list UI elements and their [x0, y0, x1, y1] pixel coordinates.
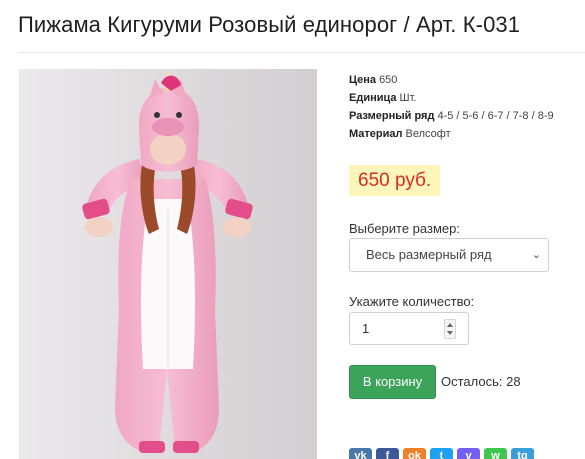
spec-row-unit: Единица Шт.	[349, 89, 554, 107]
stock-remaining: Осталось: 28	[441, 374, 521, 389]
size-select-value: Весь размерный ряд	[366, 247, 492, 262]
vk-icon[interactable]: vk	[349, 448, 372, 459]
price-tag: 650 руб.	[349, 165, 441, 196]
odnoklassniki-icon[interactable]: ok	[403, 448, 426, 459]
spec-key: Цена	[349, 74, 377, 86]
viber-icon[interactable]: v	[457, 448, 480, 459]
quantity-stepper[interactable]: 1	[349, 312, 469, 345]
product-specs: Цена 650 Единица Шт. Размерный ряд 4-5 / 5-…	[349, 71, 554, 143]
twitter-icon[interactable]: t	[430, 448, 453, 459]
spec-key: Материал	[349, 128, 403, 140]
title-divider	[18, 52, 585, 53]
add-to-cart-button[interactable]: В корзину	[349, 365, 436, 399]
size-label: Выберите размер:	[349, 221, 460, 236]
quantity-value: 1	[362, 321, 370, 336]
spec-value: 650	[379, 74, 398, 86]
product-photo[interactable]	[19, 69, 317, 459]
spec-row-material: Материал Велсофт	[349, 125, 554, 143]
telegram-icon[interactable]: tg	[511, 448, 534, 459]
spec-row-price: Цена 650	[349, 71, 554, 89]
chevron-down-icon: ⌄	[531, 249, 541, 261]
spec-key: Размерный ряд	[349, 110, 435, 122]
spec-value: Велсофт	[405, 128, 451, 140]
product-title: Пижама Кигуруми Розовый единорог / Арт. …	[18, 12, 521, 37]
spec-row-size-range: Размерный ряд 4-5 / 5-6 / 6-7 / 7-8 / 8-9	[349, 107, 554, 125]
whatsapp-icon[interactable]: w	[484, 448, 507, 459]
unicorn-kigurumi-illustration	[82, 69, 253, 453]
size-select[interactable]: Весь размерный ряд ⌄	[349, 238, 549, 272]
quantity-label: Укажите количество:	[349, 294, 475, 309]
stepper-arrows-icon[interactable]	[444, 319, 456, 339]
facebook-icon[interactable]: f	[376, 448, 399, 459]
spec-value: Шт.	[399, 92, 417, 104]
share-buttons: vk f ok t v w tg	[349, 448, 534, 459]
spec-key: Единица	[349, 92, 397, 104]
spec-value: 4-5 / 5-6 / 6-7 / 7-8 / 8-9	[437, 110, 554, 122]
